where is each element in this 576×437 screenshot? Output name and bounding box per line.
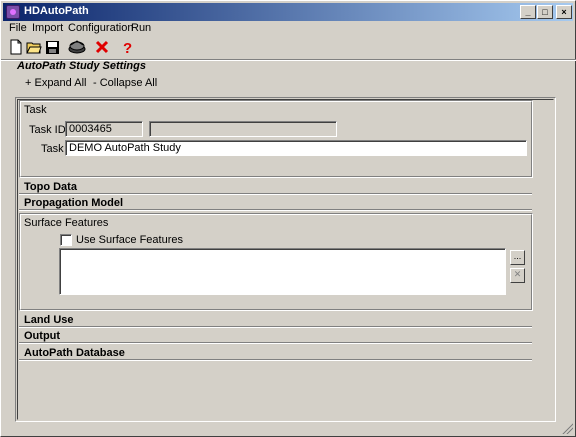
expand-all-link[interactable]: + Expand All	[25, 77, 86, 89]
run-study-icon	[68, 40, 86, 54]
land-use-section[interactable]: Land Use	[19, 315, 532, 327]
delete-x-icon	[95, 40, 109, 54]
new-document-icon	[10, 39, 22, 55]
propagation-model-section[interactable]: Propagation Model	[19, 198, 532, 210]
run-study-button[interactable]	[67, 38, 87, 56]
toolbar: ?	[3, 38, 573, 60]
window-title: HDAutoPath	[24, 5, 89, 17]
menu-run[interactable]: Run	[131, 22, 151, 34]
remove-button[interactable]: ✕	[510, 268, 525, 283]
autopath-database-section[interactable]: AutoPath Database	[19, 348, 532, 360]
output-section[interactable]: Output	[19, 331, 532, 343]
open-button[interactable]	[25, 38, 43, 56]
task-name-input[interactable]: DEMO AutoPath Study	[65, 140, 527, 156]
app-window: HDAutoPath _ □ × File Import Configurati…	[0, 0, 576, 437]
open-folder-icon	[26, 42, 42, 54]
resize-grip[interactable]	[561, 422, 573, 434]
browse-button[interactable]: ...	[510, 250, 525, 265]
task-id-label: Task ID:	[29, 124, 69, 136]
use-surface-features-label: Use Surface Features	[76, 234, 183, 246]
collapse-all-link[interactable]: - Collapse All	[93, 77, 157, 89]
menu-import[interactable]: Import	[32, 22, 63, 34]
task-id-secondary-field	[149, 121, 337, 137]
use-surface-features-checkbox[interactable]	[60, 234, 72, 246]
save-button[interactable]	[43, 38, 61, 56]
task-id-field: 0003465	[65, 121, 143, 137]
delete-button[interactable]	[93, 38, 111, 56]
close-button[interactable]: ×	[556, 5, 572, 19]
svg-text:?: ?	[123, 40, 132, 55]
topo-data-section[interactable]: Topo Data	[19, 182, 532, 194]
menu-file[interactable]: File	[9, 22, 27, 34]
minimize-button[interactable]: _	[520, 5, 536, 19]
help-question-icon: ?	[123, 40, 132, 55]
surface-features-list[interactable]	[59, 248, 506, 295]
task-group	[19, 100, 533, 178]
menu-configuration[interactable]: Configuration	[68, 22, 133, 34]
task-name-label: Task	[41, 143, 64, 155]
surface-features-label: Surface Features	[24, 217, 109, 229]
save-disk-icon	[45, 40, 59, 54]
app-logo-icon	[6, 5, 20, 19]
title-bar[interactable]: HDAutoPath _ □ ×	[3, 3, 573, 21]
task-group-label: Task	[24, 104, 47, 116]
menu-bar: File Import Configuration Run	[3, 21, 573, 38]
help-button[interactable]: ?	[119, 38, 137, 56]
new-button[interactable]	[7, 38, 25, 56]
maximize-button[interactable]: □	[537, 5, 553, 19]
settings-title: AutoPath Study Settings	[17, 60, 146, 72]
